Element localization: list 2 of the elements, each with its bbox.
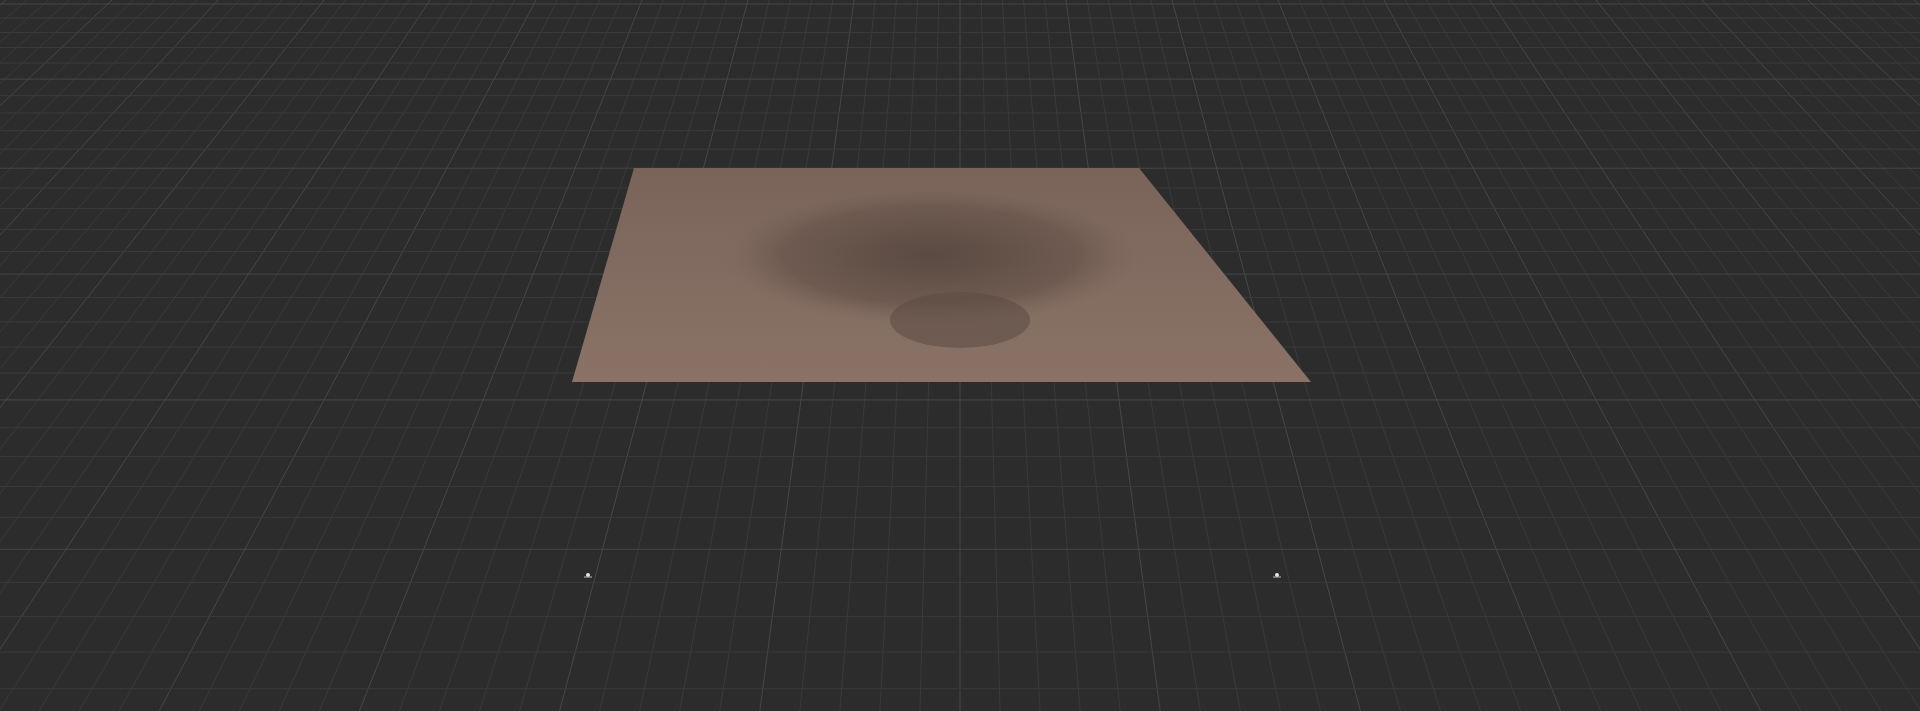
marker-icon [583,573,593,578]
marker-icon [1272,573,1282,578]
